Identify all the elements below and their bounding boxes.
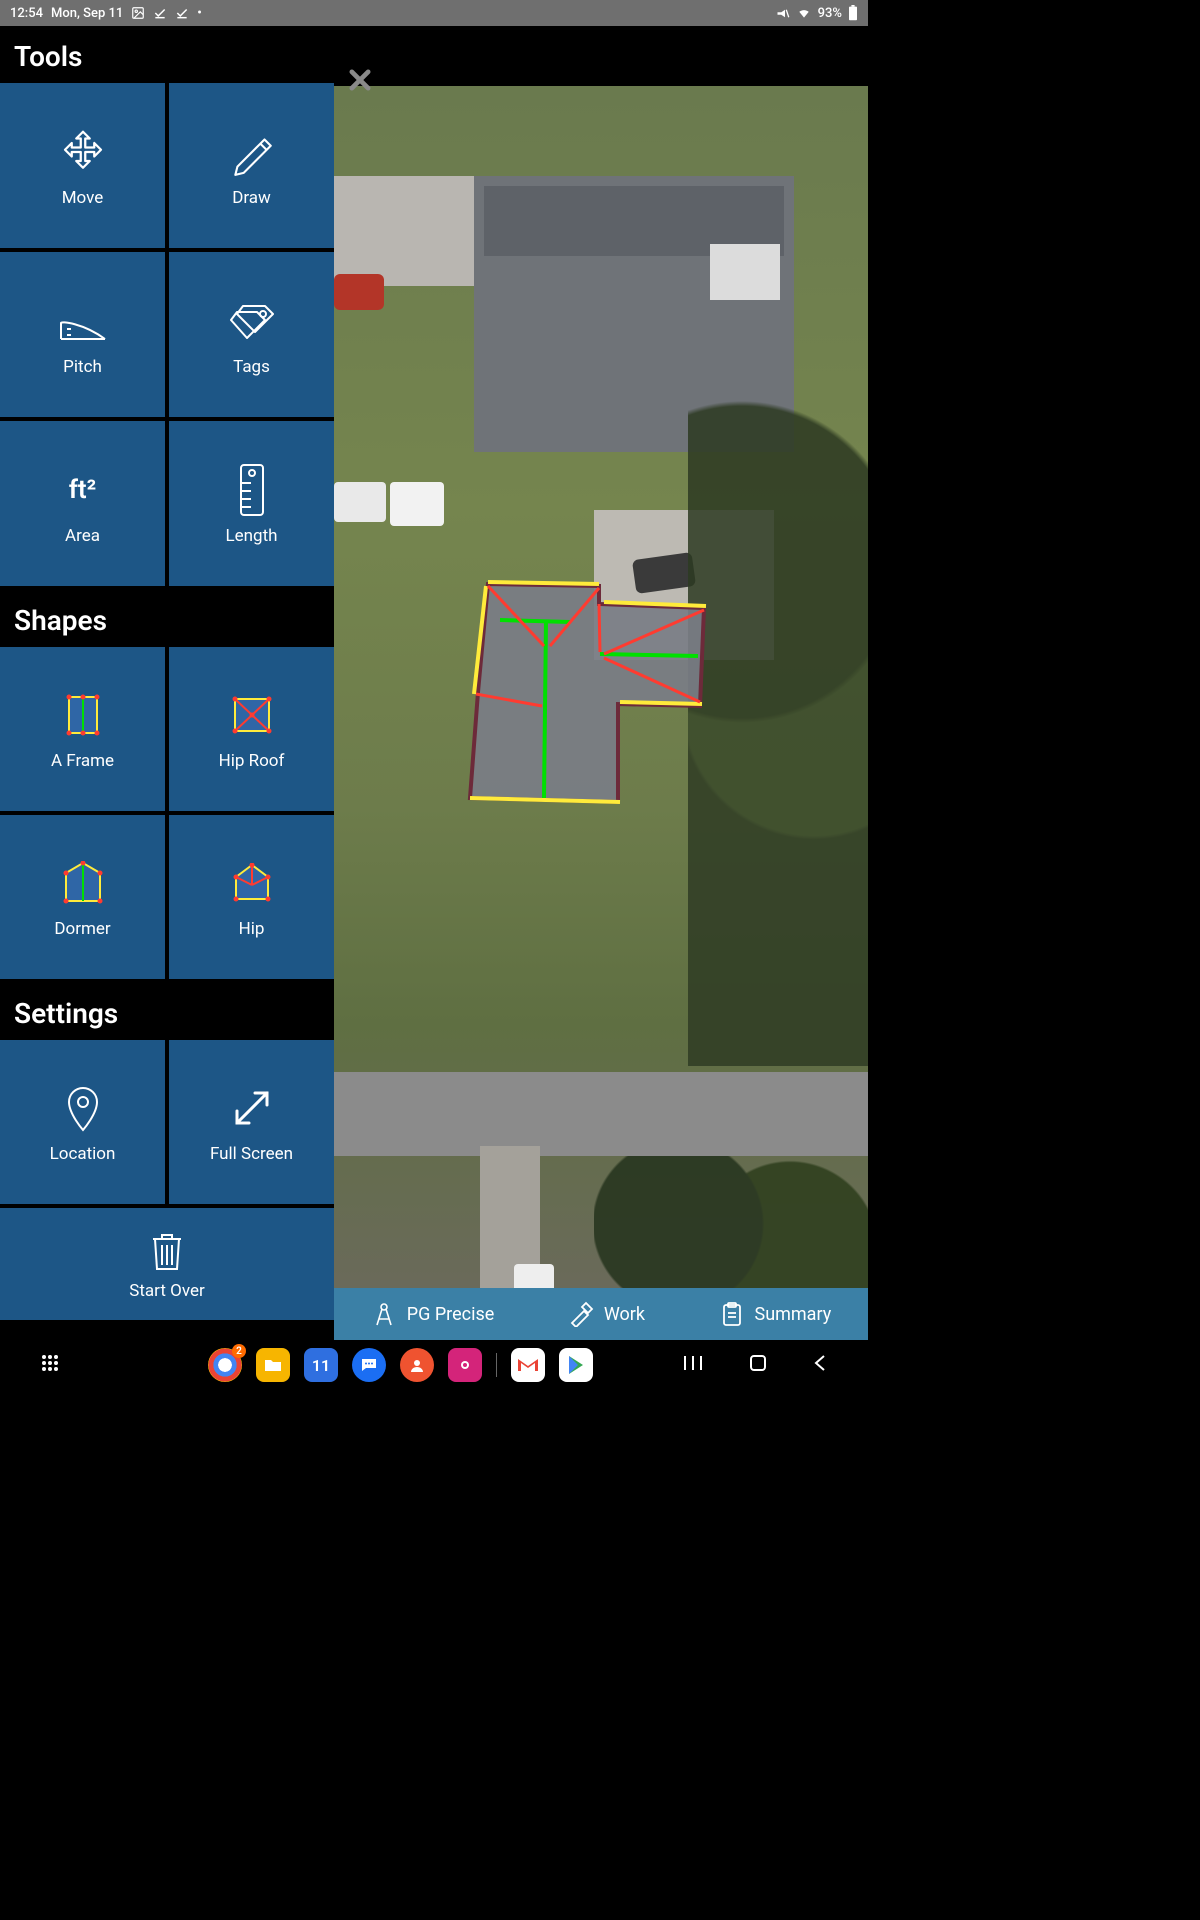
shape-hip[interactable]: Hip: [169, 815, 334, 979]
settings-section-title: Settings: [0, 983, 334, 1040]
tools-section-title: Tools: [0, 26, 334, 83]
dormer-icon: [55, 855, 111, 911]
dock-chrome[interactable]: 2: [208, 1348, 242, 1382]
setting-start-over-label: Start Over: [129, 1281, 204, 1301]
mute-icon: [775, 6, 790, 21]
tool-sidebar: Tools Move: [0, 26, 334, 1340]
tool-area[interactable]: ft² Area: [0, 421, 165, 586]
dock-contacts[interactable]: [400, 1348, 434, 1382]
wifi-icon: [796, 6, 812, 20]
tab-work-label: Work: [604, 1304, 645, 1325]
dock-files[interactable]: [256, 1348, 290, 1382]
dock-play[interactable]: [559, 1348, 593, 1382]
roof-measurement-overlay[interactable]: [454, 576, 714, 816]
shape-a-frame[interactable]: A Frame: [0, 647, 165, 811]
dock-divider: [496, 1353, 497, 1377]
android-status-bar: 12:54 Mon, Sep 11 • 93%: [0, 0, 868, 26]
bottom-tab-bar: PG Precise Work Summary: [334, 1288, 868, 1340]
close-panel-button[interactable]: [340, 60, 380, 100]
tool-pitch-label: Pitch: [63, 357, 102, 377]
tool-tags-label: Tags: [233, 357, 270, 377]
ruler-icon: [224, 462, 280, 518]
tab-summary-label: Summary: [755, 1304, 832, 1325]
shape-hip-roof[interactable]: Hip Roof: [169, 647, 334, 811]
hip-icon: [224, 855, 280, 911]
expand-icon: [224, 1080, 280, 1136]
check-icon: [153, 6, 167, 20]
pin-icon: [55, 1080, 111, 1136]
aerial-map-canvas[interactable]: [334, 86, 868, 1288]
area-icon: ft²: [55, 462, 111, 518]
status-dot: •: [197, 6, 202, 21]
shape-a-frame-label: A Frame: [51, 751, 114, 771]
dock-messages[interactable]: [352, 1348, 386, 1382]
setting-full-screen-label: Full Screen: [210, 1144, 293, 1164]
tab-pg-precise-label: PG Precise: [407, 1304, 495, 1325]
pencil-icon: [224, 124, 280, 180]
nav-back[interactable]: [812, 1353, 828, 1377]
trash-icon: [147, 1227, 187, 1277]
photo-icon: [131, 6, 145, 20]
status-date: Mon, Sep 11: [51, 6, 123, 21]
tool-draw-label: Draw: [232, 188, 271, 208]
setting-start-over[interactable]: Start Over: [0, 1208, 334, 1320]
check-icon: [175, 6, 189, 20]
shape-hip-roof-label: Hip Roof: [219, 751, 285, 771]
a-frame-icon: [55, 687, 111, 743]
tab-work[interactable]: Work: [568, 1301, 645, 1327]
tags-icon: [224, 293, 280, 349]
setting-location[interactable]: Location: [0, 1040, 165, 1204]
dock-camera[interactable]: [448, 1348, 482, 1382]
app-drawer-icon[interactable]: [40, 1353, 60, 1377]
dock-gmail[interactable]: [511, 1348, 545, 1382]
protractor-icon: [55, 293, 111, 349]
tool-tags[interactable]: Tags: [169, 252, 334, 417]
shapes-section-title: Shapes: [0, 590, 334, 647]
shape-dormer[interactable]: Dormer: [0, 815, 165, 979]
dock-calendar[interactable]: 11: [304, 1348, 338, 1382]
tool-length-label: Length: [225, 526, 277, 546]
status-time: 12:54: [10, 6, 43, 21]
nav-home[interactable]: [748, 1353, 768, 1377]
tool-area-label: Area: [65, 526, 100, 546]
tool-move[interactable]: Move: [0, 83, 165, 248]
tool-draw[interactable]: Draw: [169, 83, 334, 248]
compass-icon: [371, 1301, 397, 1327]
nav-recents[interactable]: [682, 1354, 704, 1376]
battery-icon: [848, 5, 858, 21]
setting-full-screen[interactable]: Full Screen: [169, 1040, 334, 1204]
shape-hip-label: Hip: [239, 919, 265, 939]
android-nav-bar: 2 11: [0, 1340, 868, 1390]
clipboard-icon: [719, 1301, 745, 1327]
move-icon: [55, 124, 111, 180]
tab-summary[interactable]: Summary: [719, 1301, 832, 1327]
setting-location-label: Location: [50, 1144, 116, 1164]
tool-length[interactable]: Length: [169, 421, 334, 586]
tab-pg-precise[interactable]: PG Precise: [371, 1301, 495, 1327]
tool-move-label: Move: [62, 188, 104, 208]
battery-pct: 93%: [818, 6, 842, 21]
tool-pitch[interactable]: Pitch: [0, 252, 165, 417]
hammer-icon: [568, 1301, 594, 1327]
hip-roof-icon: [224, 687, 280, 743]
shape-dormer-label: Dormer: [54, 919, 110, 939]
